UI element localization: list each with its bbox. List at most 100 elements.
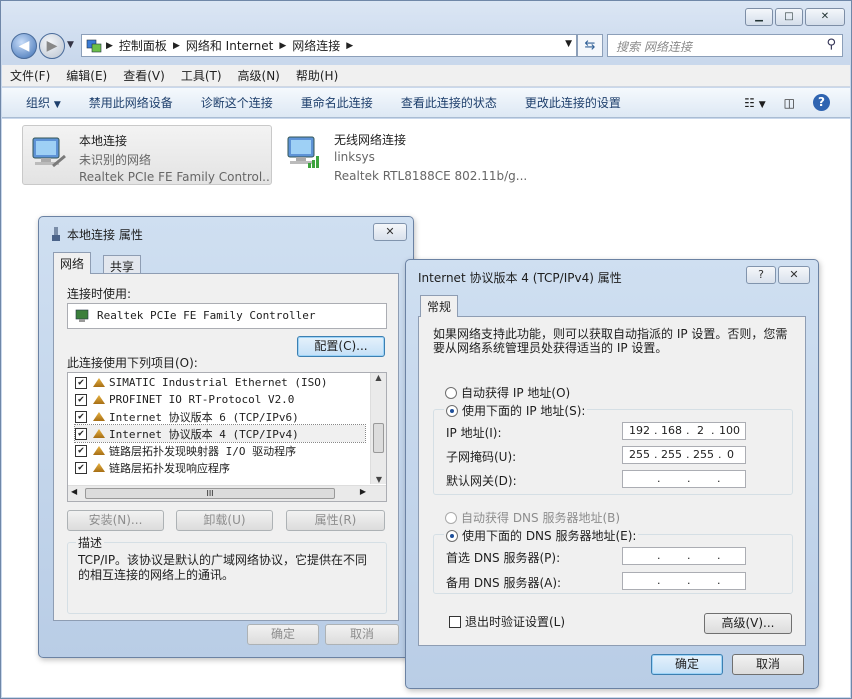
checkbox-checked[interactable]: ✔ <box>75 461 87 474</box>
breadcrumb-separator: ▶ <box>279 40 287 51</box>
address-bar[interactable]: ▶ 控制面板 ▶ 网络和 Internet ▶ 网络连接 ▶ ▼ <box>81 34 577 57</box>
preferred-dns-field[interactable]: ... <box>622 547 746 565</box>
network-pc-icon <box>32 137 66 168</box>
list-item[interactable]: ✔ 链路层拓扑发现响应程序 <box>75 459 365 476</box>
breadcrumb-network-connections[interactable]: 网络连接 <box>292 37 340 54</box>
auto-ip-radio[interactable]: 自动获得 IP 地址(O) <box>445 384 570 401</box>
forward-button[interactable]: ▶ <box>39 33 65 59</box>
checkbox-checked[interactable]: ✔ <box>75 393 87 406</box>
alternate-dns-field[interactable]: ... <box>622 572 746 590</box>
view-status-button[interactable]: 查看此连接的状态 <box>401 94 497 111</box>
list-item[interactable]: ✔ SIMATIC Industrial Ethernet (ISO) <box>75 374 365 391</box>
checkbox-unchecked[interactable] <box>449 615 461 628</box>
checkbox-checked[interactable]: ✔ <box>75 376 87 389</box>
breadcrumb-control-panel[interactable]: 控制面板 <box>119 37 167 54</box>
scroll-down-icon[interactable]: ▼ <box>371 475 387 484</box>
address-dropdown[interactable]: ▼ <box>565 39 572 49</box>
cancel-button[interactable]: 取消 <box>732 654 804 675</box>
connection-local[interactable]: 本地连接 未识别的网络 Realtek PCIe FE Family Contr… <box>22 125 272 185</box>
advanced-button[interactable]: 高级(V)... <box>704 613 792 634</box>
preview-pane-button[interactable]: ◫ <box>784 96 795 110</box>
tab-network[interactable]: 网络 <box>53 252 92 274</box>
protocol-icon <box>93 463 105 472</box>
ip-label: IP 地址(I): <box>446 426 502 440</box>
wireless-pc-icon <box>287 136 319 168</box>
list-item-label: PROFINET IO RT-Protocol V2.0 <box>109 393 295 406</box>
properties-button[interactable]: 属性(R) <box>286 510 385 531</box>
chevron-down-icon: ▼ <box>758 99 766 110</box>
list-item[interactable]: ✔ PROFINET IO RT-Protocol V2.0 <box>75 391 365 408</box>
help-icon[interactable]: ? <box>813 94 830 111</box>
scrollbar-thumb[interactable] <box>373 423 384 453</box>
tab-general[interactable]: 常规 <box>420 295 459 317</box>
breadcrumb-separator: ▶ <box>172 40 180 51</box>
list-item-selected[interactable]: ✔ Internet 协议版本 4 (TCP/IPv4) <box>74 424 366 443</box>
view-options-button[interactable]: ☷ ▼ <box>744 96 766 110</box>
ok-button[interactable]: 确定 <box>247 624 319 645</box>
general-tab-panel: 如果网络支持此功能，则可以获取自动指派的 IP 设置。否则，您需要从网络系统管理… <box>418 316 806 646</box>
search-icon[interactable]: ⚲ <box>826 37 836 52</box>
horizontal-scrollbar[interactable]: ◀ III ▶ <box>68 485 386 501</box>
list-item[interactable]: ✔ Internet 协议版本 6 (TCP/IPv6) <box>75 408 365 425</box>
minimize-button[interactable]: ▁ <box>745 8 773 26</box>
auto-dns-radio[interactable]: 自动获得 DNS 服务器地址(B) <box>445 509 620 526</box>
checkbox-checked[interactable]: ✔ <box>75 444 87 457</box>
scroll-right-icon[interactable]: ▶ <box>360 487 366 496</box>
organize-button[interactable]: 组织 ▼ <box>26 94 61 111</box>
radio-off[interactable] <box>445 387 457 399</box>
menu-help[interactable]: 帮助(H) <box>296 65 338 86</box>
subnet-mask-field[interactable]: 255. 255. 255. 0 <box>622 446 746 464</box>
refresh-button[interactable]: ⇆ <box>577 34 603 57</box>
configure-button[interactable]: 配置(C)... <box>297 336 385 357</box>
uninstall-button[interactable]: 卸载(U) <box>176 510 273 531</box>
radio-off[interactable] <box>445 512 457 524</box>
gateway-field[interactable]: ... <box>622 470 746 488</box>
radio-on[interactable] <box>446 530 458 542</box>
scroll-up-icon[interactable]: ▲ <box>371 373 386 382</box>
breadcrumb-network-internet[interactable]: 网络和 Internet <box>186 37 273 54</box>
window-caption-buttons: ▁ □ ✕ <box>745 8 845 26</box>
disable-device-button[interactable]: 禁用此网络设备 <box>89 94 173 111</box>
radio-on[interactable] <box>446 405 458 417</box>
connection-wireless[interactable]: 无线网络连接 linksys Realtek RTL8188CE 802.11b… <box>278 125 538 185</box>
tab-sharing[interactable]: 共享 <box>103 255 142 274</box>
connection-device: Realtek RTL8188CE 802.11b/g... <box>334 169 528 183</box>
checkbox-checked[interactable]: ✔ <box>75 410 87 423</box>
ip-address-field[interactable]: 192. 168. 2. 100 <box>622 422 746 440</box>
use-dns-radio[interactable]: 使用下面的 DNS 服务器地址(E): <box>444 527 639 544</box>
install-button[interactable]: 安装(N)... <box>67 510 164 531</box>
search-input[interactable]: 搜索 网络连接 ⚲ <box>607 34 843 57</box>
list-item[interactable]: ✔ 链路层拓扑发现映射器 I/O 驱动程序 <box>75 442 365 459</box>
dialog-close-button[interactable]: ✕ <box>778 266 810 284</box>
menu-tools[interactable]: 工具(T) <box>181 65 222 86</box>
vertical-scrollbar[interactable]: ▲ ▼ <box>370 373 386 484</box>
maximize-button[interactable]: □ <box>775 8 803 26</box>
use-ip-radio[interactable]: 使用下面的 IP 地址(S): <box>444 402 588 419</box>
recent-pages-dropdown[interactable]: ▼ <box>67 40 74 50</box>
rename-button[interactable]: 重命名此连接 <box>301 94 373 111</box>
ok-button[interactable]: 确定 <box>651 654 723 675</box>
menu-advanced[interactable]: 高级(N) <box>238 65 280 86</box>
close-button[interactable]: ✕ <box>805 8 845 26</box>
menu-file[interactable]: 文件(F) <box>10 65 50 86</box>
list-item-label: SIMATIC Industrial Ethernet (ISO) <box>109 376 328 389</box>
dialog-close-button[interactable]: ✕ <box>373 223 407 241</box>
protocol-icon <box>93 429 105 438</box>
hscrollbar-thumb[interactable]: III <box>85 488 335 499</box>
arrow-left-icon: ◀ <box>18 38 30 54</box>
auto-ip-label: 自动获得 IP 地址(O) <box>461 386 571 400</box>
cancel-button[interactable]: 取消 <box>325 624 399 645</box>
help-button[interactable]: ? <box>746 266 776 284</box>
scroll-left-icon[interactable]: ◀ <box>71 487 77 496</box>
network-folder-icon <box>86 39 102 52</box>
menu-view[interactable]: 查看(V) <box>123 65 165 86</box>
checkbox-checked[interactable]: ✔ <box>75 427 87 440</box>
back-button[interactable]: ◀ <box>11 33 37 59</box>
mask-octet-3: 255 <box>693 448 714 461</box>
menu-edit[interactable]: 编辑(E) <box>66 65 107 86</box>
validate-checkbox[interactable]: 退出时验证设置(L) <box>449 613 565 630</box>
intro-text: 如果网络支持此功能，则可以获取自动指派的 IP 设置。否则，您需要从网络系统管理… <box>433 327 788 355</box>
organize-label: 组织 <box>26 96 51 110</box>
diagnose-button[interactable]: 诊断这个连接 <box>201 94 273 111</box>
change-settings-button[interactable]: 更改此连接的设置 <box>525 94 621 111</box>
